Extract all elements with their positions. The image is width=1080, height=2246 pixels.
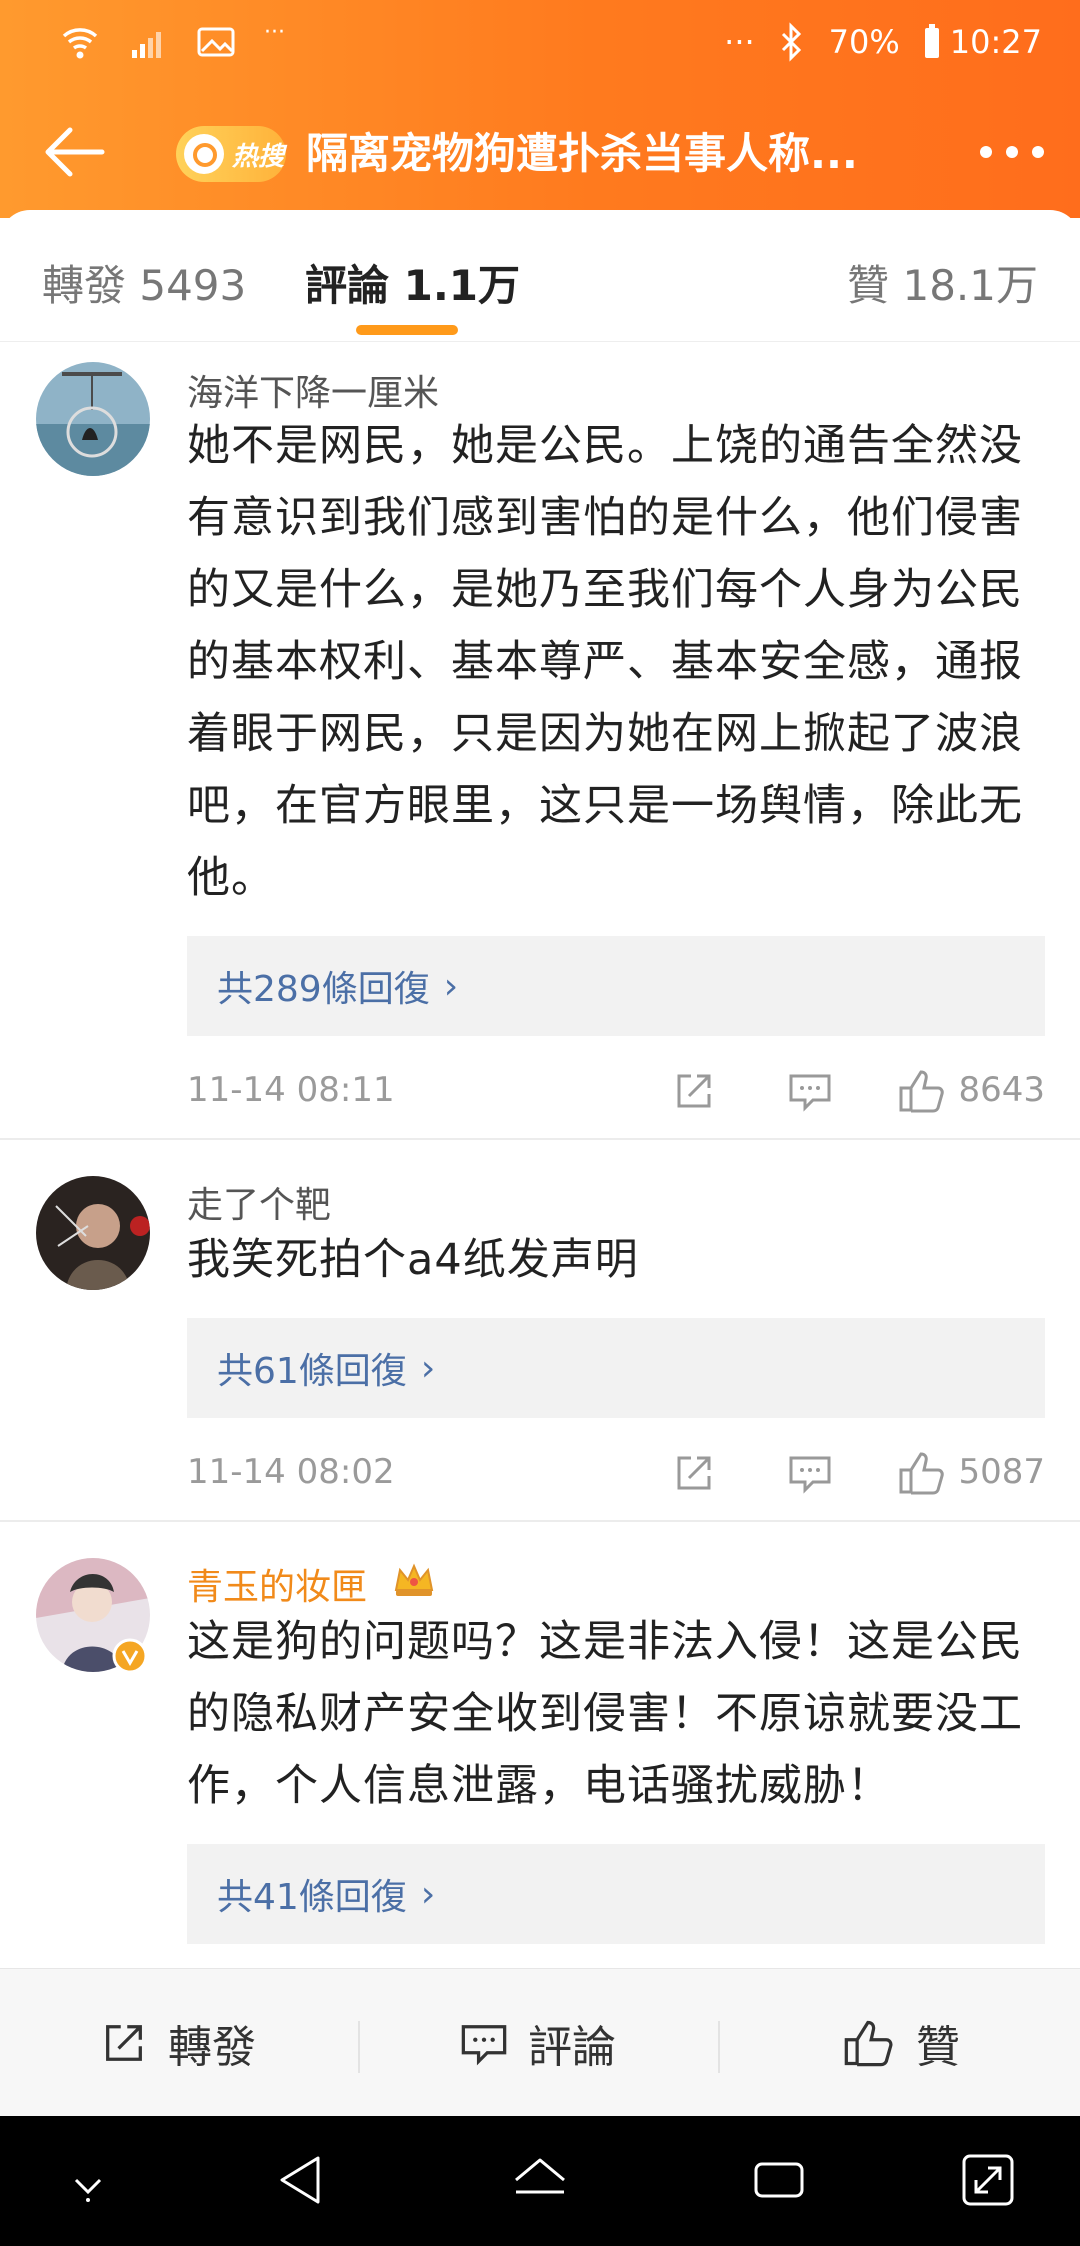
back-arrow-icon[interactable] (40, 122, 110, 182)
search-icon (184, 134, 224, 174)
tab-bar: 轉發 5493 評論 1.1万 贊 18.1万 (0, 210, 1080, 342)
like-count: 5087 (958, 1452, 1045, 1492)
comment-meta: 11-14 08:11 8643 (187, 1060, 1045, 1120)
comment-list: 海洋下降一厘米 她不是网民，她是公民。上饶的通告全然没有意识到我们感到害怕的是什… (0, 350, 1080, 1968)
status-bar: ··· ··· 70% 10:27 (0, 0, 1080, 90)
hot-search-label: 热搜 (232, 141, 285, 172)
repost-button-label: 轉發 (168, 2022, 256, 2073)
signal-icon (132, 32, 161, 58)
avatar[interactable] (36, 1176, 150, 1290)
wifi-icon (62, 28, 98, 59)
back-triangle-icon[interactable] (274, 2152, 326, 2208)
thumbs-up-icon[interactable] (897, 1068, 947, 1114)
comment-item: 走了个靶 我笑死拍个a4纸发声明 共61條回復 › 11-14 08:02 50… (0, 1140, 1080, 1522)
active-tab-indicator (356, 325, 458, 335)
battery-percent: 70% (828, 23, 900, 61)
replies-count: 共41條回復 (217, 1877, 407, 1918)
chevron-right-icon: › (420, 1347, 436, 1389)
thumbs-up-icon (844, 2020, 893, 2067)
expand-icon[interactable] (960, 2152, 1016, 2208)
view-replies-link[interactable]: 共41條回復 › (187, 1844, 1045, 1944)
chevron-right-icon: › (443, 965, 459, 1007)
divider (718, 2021, 720, 2073)
comment-item: 青玉的妆匣 这是狗的问题吗？这是非法入侵！这是公民的隐私财产安全收到侵害！不原谅… (0, 1522, 1080, 1968)
comment-button[interactable]: 評論 (458, 1969, 616, 2117)
system-nav-bar (0, 2116, 1080, 2246)
repost-button[interactable]: 轉發 (98, 1969, 256, 2117)
nav-bar: 热搜 隔离宠物狗遭扑杀当事人称... (0, 100, 1080, 210)
like-button[interactable]: 贊 (842, 1969, 960, 2117)
status-time: 10:27 (949, 23, 1042, 61)
chevron-down-icon[interactable] (66, 2166, 110, 2206)
comment-meta: 11-14 08:02 5087 (187, 1442, 1045, 1502)
comment-text: 这是狗的问题吗？这是非法入侵！这是公民的隐私财产安全收到侵害！不原谅就要没工作，… (187, 1617, 1023, 1811)
comment-icon[interactable] (787, 1450, 833, 1496)
page-title: 隔离宠物狗遭扑杀当事人称... (306, 129, 858, 178)
comment-item: 海洋下降一厘米 她不是网民，她是公民。上饶的通告全然没有意识到我们感到害怕的是什… (0, 350, 1080, 1140)
tab-comments[interactable]: 評論 1.1万 (305, 252, 520, 313)
comment-time: 11-14 08:11 (187, 1070, 395, 1110)
bottom-action-bar: 轉發 評論 贊 (0, 1968, 1080, 2116)
comment-icon (461, 2025, 507, 2066)
bluetooth-icon (781, 22, 801, 62)
status-dots: ··· (264, 19, 285, 45)
verified-badge-icon (112, 1638, 148, 1674)
avatar[interactable] (36, 362, 150, 476)
comment-time: 11-14 08:02 (187, 1452, 395, 1492)
app-header: ··· ··· 70% 10:27 热搜 隔离宠物狗遭扑杀当事人称... (0, 0, 1080, 218)
comment-username[interactable]: 走了个靶 (187, 1176, 331, 1228)
like-count: 8643 (958, 1070, 1045, 1110)
hot-search-badge[interactable]: 热搜 (176, 126, 286, 182)
comment-text: 她不是网民，她是公民。上饶的通告全然没有意识到我们感到害怕的是什么，他们侵害的又… (187, 421, 1023, 903)
crown-icon (394, 1563, 434, 1596)
recent-apps-icon[interactable] (752, 2152, 806, 2208)
tab-likes[interactable]: 贊 18.1万 (847, 252, 1038, 313)
chevron-right-icon: › (420, 1873, 436, 1915)
divider (358, 2021, 360, 2073)
view-replies-link[interactable]: 共61條回復 › (187, 1318, 1045, 1418)
comment-username[interactable]: 青玉的妆匣 (187, 1558, 367, 1610)
thumbs-up-icon[interactable] (897, 1450, 947, 1496)
gallery-icon (197, 27, 235, 57)
replies-count: 共61條回復 (217, 1351, 407, 1392)
comment-icon[interactable] (787, 1068, 833, 1114)
comment-text: 我笑死拍个a4纸发声明 (187, 1235, 639, 1285)
status-dots-right: ··· (724, 23, 755, 61)
comment-username[interactable]: 海洋下降一厘米 (187, 364, 439, 416)
more-menu-icon[interactable] (980, 146, 1044, 158)
like-button-label: 贊 (916, 2022, 960, 2073)
repost-icon[interactable] (671, 1068, 717, 1114)
battery-icon (924, 24, 939, 58)
tab-repost[interactable]: 轉發 5493 (42, 252, 246, 313)
repost-icon[interactable] (671, 1450, 717, 1496)
comment-button-label: 評論 (528, 2022, 616, 2073)
repost-icon (106, 2025, 142, 2061)
replies-count: 共289條回復 (217, 969, 430, 1010)
home-icon[interactable] (510, 2152, 570, 2208)
view-replies-link[interactable]: 共289條回復 › (187, 936, 1045, 1036)
